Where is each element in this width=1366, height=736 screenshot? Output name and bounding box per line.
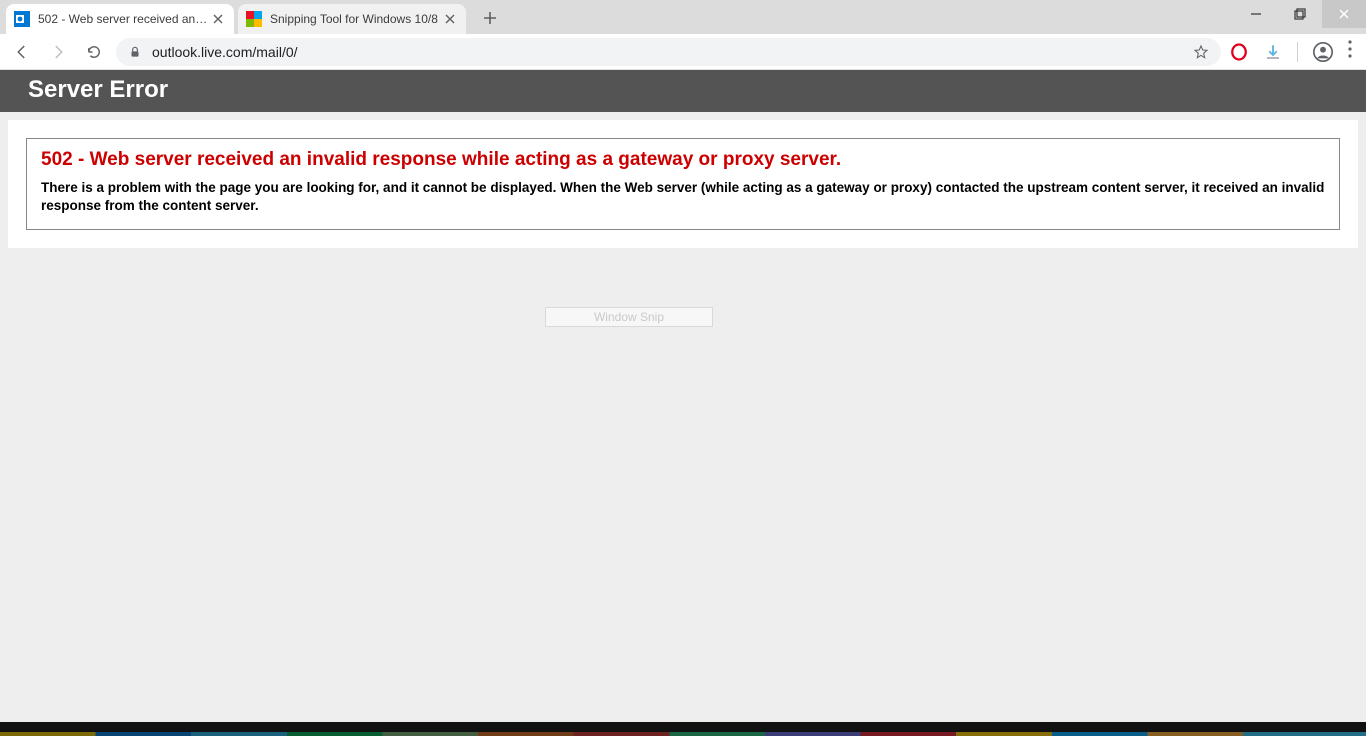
download-icon[interactable] [1263,42,1283,62]
windows-taskbar[interactable] [0,722,1366,736]
forward-button[interactable] [44,38,72,66]
address-bar[interactable]: outlook.live.com/mail/0/ [116,38,1221,66]
profile-avatar-icon[interactable] [1312,41,1334,63]
reload-button[interactable] [80,38,108,66]
browser-tab-active[interactable]: 502 - Web server received an inv [6,4,234,34]
lock-icon [128,45,142,59]
tab-title: 502 - Web server received an inv [38,12,210,26]
snip-tooltip: Window Snip [545,307,713,327]
browser-tab[interactable]: Snipping Tool for Windows 10/8 [238,4,466,34]
error-title: 502 - Web server received an invalid res… [41,149,1325,171]
tab-title: Snipping Tool for Windows 10/8 [270,12,442,26]
maximize-button[interactable] [1278,0,1322,28]
close-tab-icon[interactable] [442,11,458,27]
browser-menu-button[interactable] [1348,40,1352,63]
taskbar-icons-strip [0,732,1366,736]
toolbar-divider [1297,42,1298,62]
new-tab-button[interactable] [476,4,504,32]
content-wrap: 502 - Web server received an invalid res… [8,120,1358,248]
bookmark-star-icon[interactable] [1193,44,1209,60]
browser-toolbar: outlook.live.com/mail/0/ [0,34,1366,70]
toolbar-right [1229,40,1358,63]
close-window-button[interactable] [1322,0,1366,28]
page-title: Server Error [0,70,1366,112]
multicolor-favicon-icon [246,11,262,27]
back-button[interactable] [8,38,36,66]
page-content: Server Error 502 - Web server received a… [0,70,1366,722]
outlook-favicon-icon [14,11,30,27]
window-controls [1234,0,1366,28]
browser-tab-strip: 502 - Web server received an inv Snippin… [0,0,1366,34]
error-box: 502 - Web server received an invalid res… [26,138,1340,230]
close-tab-icon[interactable] [210,11,226,27]
opera-extension-icon[interactable] [1229,42,1249,62]
minimize-button[interactable] [1234,0,1278,28]
url-text: outlook.live.com/mail/0/ [152,44,1193,60]
error-description: There is a problem with the page you are… [41,179,1325,215]
